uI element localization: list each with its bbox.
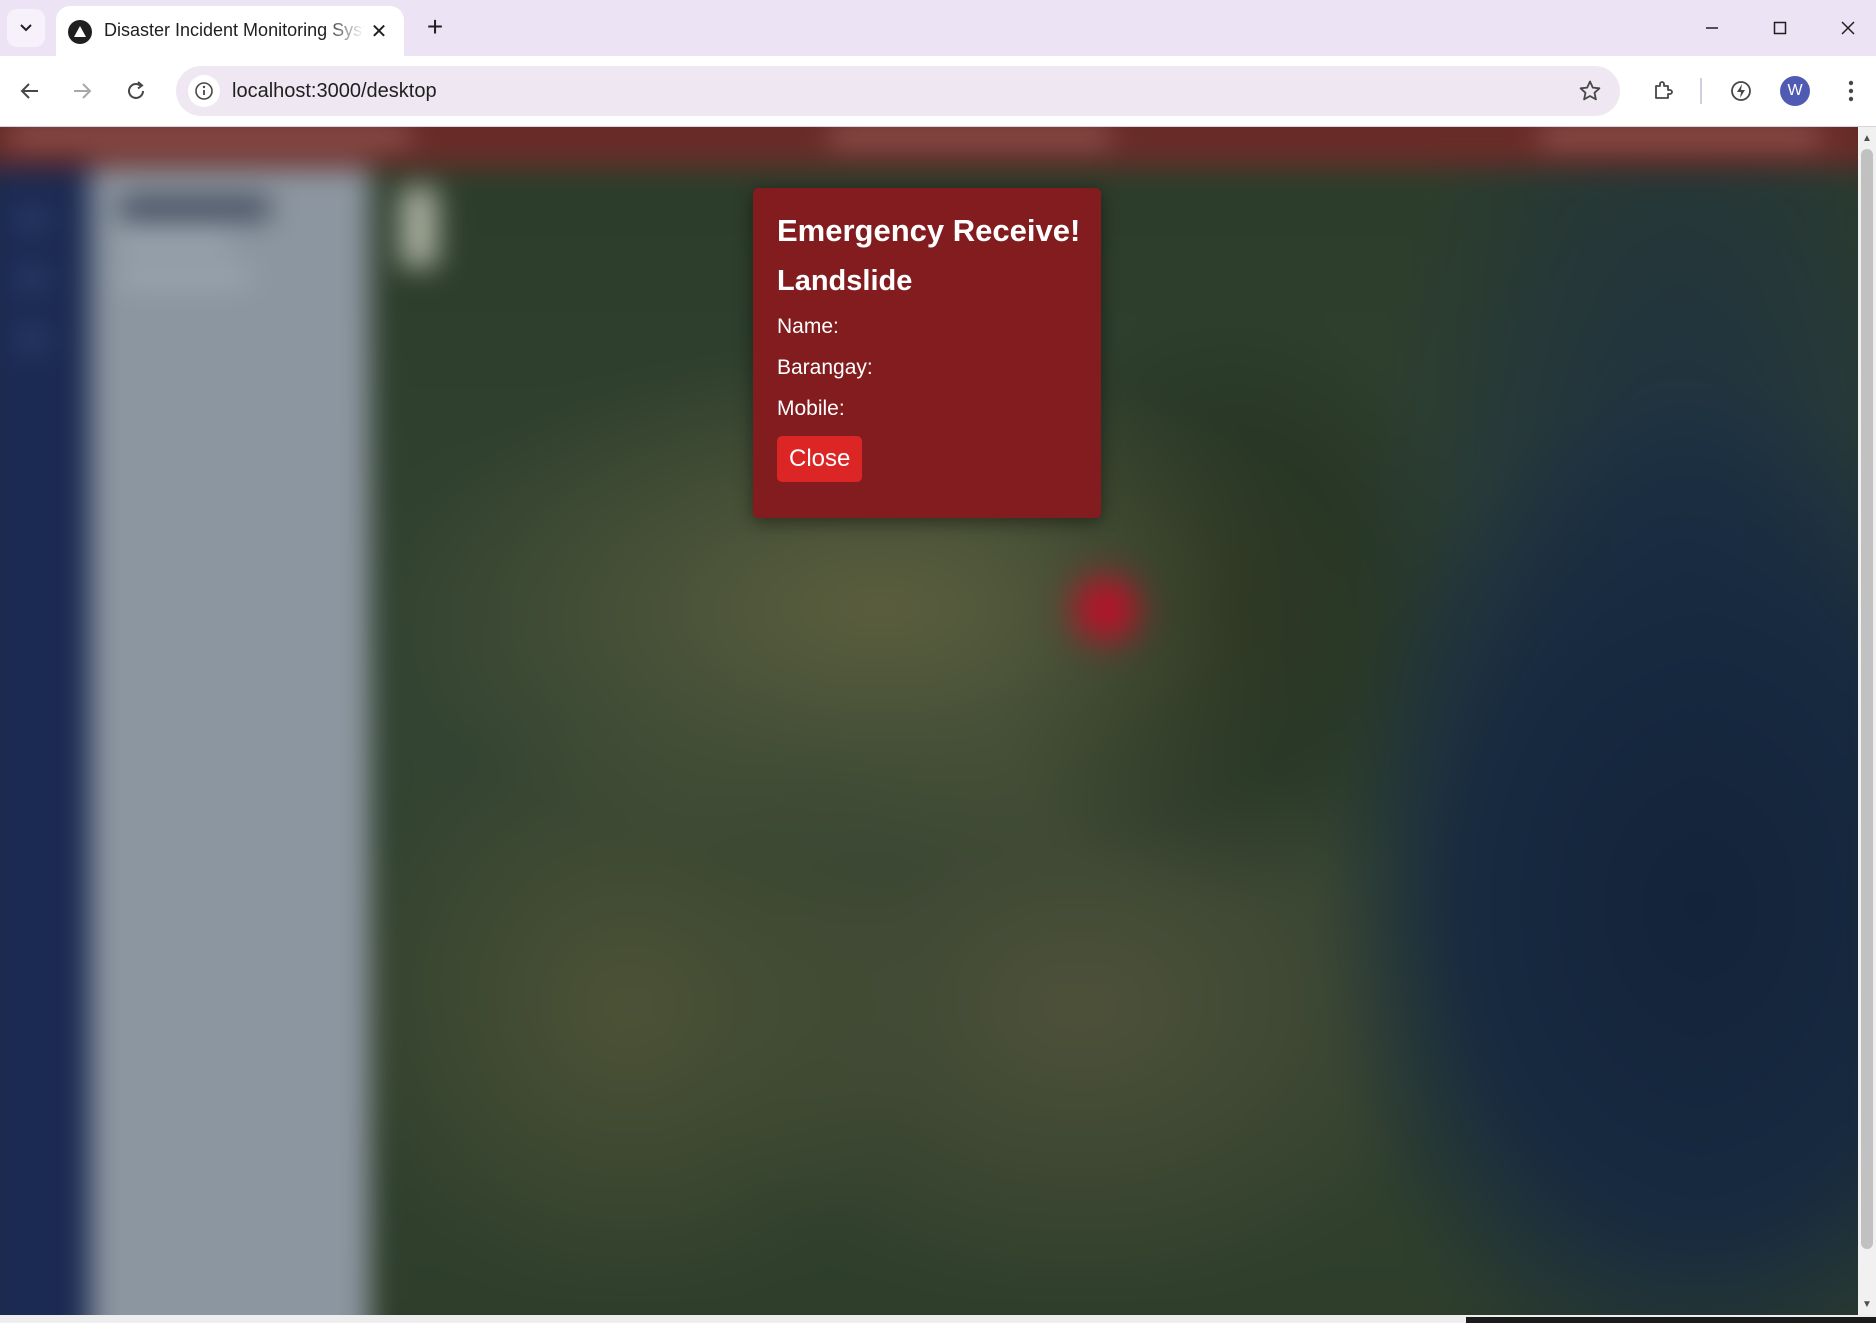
site-info-icon[interactable] (188, 75, 220, 107)
incident-type: Landslide (777, 265, 913, 298)
page-scrollbar[interactable]: ▲ ▼ (1858, 127, 1876, 1315)
navigation-rail (0, 167, 90, 1315)
nav-icon (15, 267, 49, 291)
back-arrow-icon[interactable] (10, 71, 50, 111)
scroll-up-arrow-icon[interactable]: ▲ (1858, 131, 1876, 145)
incident-side-panel (90, 167, 370, 1315)
browser-tab-active[interactable]: Disaster Incident Monitoring System ✕ (56, 6, 404, 56)
scroll-down-arrow-icon[interactable]: ▼ (1858, 1297, 1876, 1311)
url-text[interactable]: localhost:3000/desktop (232, 80, 437, 103)
toolbar-divider (1700, 78, 1702, 104)
forward-arrow-icon[interactable] (62, 71, 102, 111)
tab-title: Disaster Incident Monitoring System (104, 20, 364, 40)
taskbar-edge (1466, 1317, 1876, 1323)
mobile-label: Mobile: (777, 397, 845, 421)
barangay-label: Barangay: (777, 356, 873, 380)
kebab-menu-icon[interactable] (1832, 72, 1870, 110)
minimize-icon[interactable] (1684, 6, 1740, 50)
extensions-icon[interactable] (1644, 72, 1682, 110)
performance-icon[interactable] (1722, 72, 1760, 110)
map-zoom-control[interactable] (400, 187, 438, 267)
bookmark-star-icon[interactable] (1576, 77, 1604, 105)
tab-search-button[interactable] (7, 9, 45, 47)
incident-marker[interactable] (1078, 581, 1134, 637)
app-header (0, 127, 1858, 167)
triangle-logo-icon (68, 20, 92, 44)
window-close-icon[interactable] (1820, 6, 1876, 50)
reload-icon[interactable] (116, 71, 156, 111)
address-bar[interactable]: localhost:3000/desktop (176, 66, 1620, 116)
new-tab-button[interactable]: + (420, 11, 450, 42)
profile-avatar[interactable]: W (1780, 76, 1810, 106)
nav-icon (15, 207, 49, 231)
tab-close-icon[interactable]: ✕ (366, 18, 392, 44)
browser-tab-strip: Disaster Incident Monitoring System ✕ + (0, 0, 1876, 56)
emergency-alert-dialog: Emergency Receive! Landslide Name: Baran… (753, 188, 1101, 518)
scroll-thumb[interactable] (1861, 149, 1873, 1249)
chevron-down-icon (18, 19, 34, 38)
dialog-title: Emergency Receive! (777, 213, 1081, 248)
maximize-icon[interactable] (1752, 6, 1808, 50)
reporter-name-label: Name: (777, 314, 839, 338)
close-button[interactable]: Close (777, 435, 863, 482)
browser-toolbar: localhost:3000/desktop W (0, 56, 1876, 127)
nav-icon (15, 327, 49, 351)
